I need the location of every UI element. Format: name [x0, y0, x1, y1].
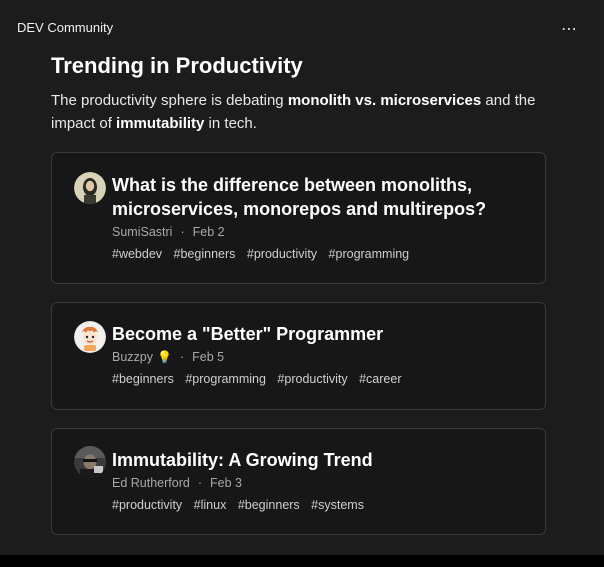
author-name[interactable]: SumiSastri [112, 225, 172, 239]
post-tags: #productivity #linux #beginners #systems [112, 498, 527, 512]
lightbulb-icon: 💡 [157, 350, 172, 364]
meta-separator: · [180, 225, 185, 239]
author-name[interactable]: Ed Rutherford [112, 476, 190, 490]
app-title: DEV Community [17, 20, 114, 35]
author-avatar[interactable] [74, 172, 106, 204]
post-title[interactable]: Become a "Better" Programmer [112, 322, 527, 346]
meta-separator: · [179, 350, 185, 364]
post-date: Feb 5 [192, 350, 225, 364]
post-title[interactable]: What is the difference between monoliths… [112, 173, 527, 221]
post-tags: #beginners #programming #productivity #c… [112, 372, 527, 386]
tag-link[interactable]: #career [359, 372, 401, 386]
post-card[interactable]: What is the difference between monoliths… [51, 152, 546, 284]
post-title[interactable]: Immutability: A Growing Trend [112, 448, 527, 472]
author-name[interactable]: Buzzpy [112, 350, 153, 364]
trending-panel: DEV Community ⋯ Trending in Productivity… [0, 0, 604, 555]
post-date: Feb 2 [192, 225, 225, 239]
tag-link[interactable]: #beginners [174, 247, 236, 261]
author-avatar[interactable] [74, 446, 106, 478]
post-date: Feb 3 [210, 476, 242, 490]
tag-link[interactable]: #beginners [112, 372, 174, 386]
summary-text: The productivity sphere is debating [51, 92, 288, 109]
tag-link[interactable]: #systems [311, 498, 364, 512]
section-title: Trending in Productivity [51, 53, 303, 78]
tag-link[interactable]: #webdev [112, 247, 162, 261]
tag-link[interactable]: #productivity [277, 372, 347, 386]
tag-link[interactable]: #programming [185, 372, 266, 386]
post-meta: Ed Rutherford · Feb 3 [112, 476, 527, 490]
more-options-icon[interactable]: ⋯ [561, 19, 578, 39]
post-meta: SumiSastri · Feb 2 [112, 225, 527, 239]
post-card[interactable]: Immutability: A Growing Trend Ed Rutherf… [51, 428, 546, 535]
tag-link[interactable]: #programming [329, 247, 410, 261]
summary-text: in tech. [204, 115, 257, 132]
summary-highlight-monolith: monolith vs. microservices [287, 92, 482, 109]
author-avatar[interactable] [74, 321, 106, 353]
post-tags: #webdev #beginners #productivity #progra… [112, 247, 527, 261]
meta-separator: · [197, 476, 202, 490]
tag-link[interactable]: #productivity [112, 498, 182, 512]
tag-link[interactable]: #linux [194, 498, 227, 512]
post-meta: Buzzpy 💡 · Feb 5 [112, 350, 527, 364]
section-summary: The productivity sphere is debating mono… [51, 89, 551, 135]
tag-link[interactable]: #beginners [238, 498, 300, 512]
summary-highlight-immutability: immutability [116, 115, 205, 132]
tag-link[interactable]: #productivity [247, 247, 317, 261]
post-card[interactable]: Become a "Better" Programmer Buzzpy 💡 · … [51, 302, 546, 410]
